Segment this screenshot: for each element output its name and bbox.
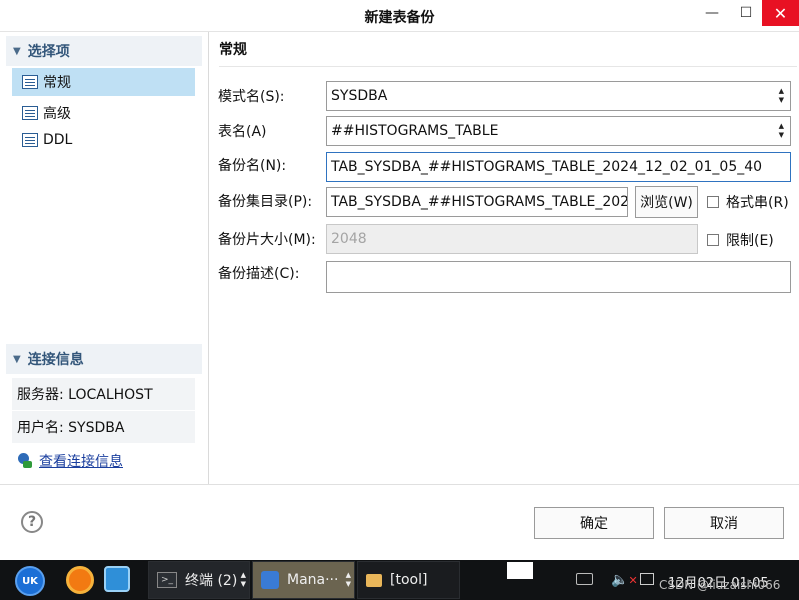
checkbox-box[interactable] [707,234,719,246]
description-label: 备份描述(C): [218,266,300,282]
browse-button[interactable]: 浏览(W) [635,186,698,218]
description-input[interactable] [326,261,791,293]
close-button[interactable]: ✕ [762,0,799,26]
taskbar-manager-label: Mana··· [287,572,339,588]
piece-size-label: 备份片大小(M): [218,232,316,248]
taskbar-terminal-label: 终端 (2) [185,573,238,589]
backup-name-input[interactable]: TAB_SYSDBA_##HISTOGRAMS_TABLE_2024_12_02… [326,152,791,182]
help-icon[interactable]: ? [21,511,43,533]
firefox-icon[interactable] [66,566,94,594]
taskbar: UK >_ 终端 (2) ▲ ▼ Mana··· ▲ ▼ [tool] 🔈✕ 12月… [0,560,799,600]
start-menu-icon[interactable]: UK [15,566,45,596]
spinner-arrows-icon: ▲ ▼ [778,87,784,104]
page-title: 常规 [219,42,247,58]
user-info: 用户名: SYSDBA [12,411,195,443]
nav-item-label: 常规 [43,75,71,91]
general-settings-pane: 常规 模式名(S): SYSDBA ▲ ▼ 表名(A) ##HISTOGRAMS_… [210,32,799,484]
watermark: CSDN @liuzaishi066 [659,578,781,592]
backup-name-label: 备份名(N): [218,158,287,174]
title-divider [219,66,797,67]
options-section-title: 选择项 [27,44,70,60]
dm-manager-icon [261,571,279,589]
terminal-icon: >_ [157,572,177,588]
file-manager-icon[interactable] [104,566,130,592]
limit-checkbox-label: 限制(E) [726,233,774,249]
schema-select[interactable]: SYSDBA ▲ ▼ [326,81,791,111]
piece-size-input: 2048 [326,224,698,254]
backup-dir-label: 备份集目录(P): [218,194,313,210]
dialog-footer: ? 确定 取消 [0,484,799,560]
volume-muted-icon[interactable]: 🔈✕ [611,572,638,588]
nav-item-ddl[interactable]: DDL [12,126,195,154]
nav-item-general[interactable]: 常规 [12,68,195,96]
options-section-header[interactable]: ▼ 选择项 [6,36,202,66]
spinner-arrows-icon: ▲ ▼ [345,571,351,588]
taskbar-terminal[interactable]: >_ 终端 (2) ▲ ▼ [148,561,250,599]
connection-section-header[interactable]: ▼ 连接信息 [6,344,202,374]
spinner-arrows-icon: ▲ ▼ [778,122,784,139]
collapse-triangle-icon: ▼ [13,45,21,57]
format-checkbox-label: 格式串(R) [726,195,789,211]
limit-checkbox[interactable]: 限制(E) [707,230,774,250]
view-connection-info[interactable]: 查看连接信息 [12,444,195,478]
nav-item-label: DDL [43,132,73,148]
table-label: 表名(A) [218,124,267,140]
collapse-triangle-icon: ▼ [13,353,21,365]
schema-label: 模式名(S): [218,89,285,105]
view-connection-link[interactable]: 查看连接信息 [39,451,123,471]
window-preview-thumbnail[interactable] [507,562,533,579]
table-icon [22,133,38,147]
minimize-button[interactable]: — [694,0,730,26]
checkbox-box[interactable] [707,196,719,208]
ok-button[interactable]: 确定 [534,507,654,539]
table-select[interactable]: ##HISTOGRAMS_TABLE ▲ ▼ [326,116,791,146]
left-nav-pane: ▼ 选择项 常规 高级 DDL ▼ 连接信息 服务器: LOCALHOST 用户… [0,32,209,484]
format-checkbox[interactable]: 格式串(R) [707,192,789,212]
server-info: 服务器: LOCALHOST [12,378,195,410]
network-icon[interactable] [640,573,654,585]
window-title: 新建表备份 [364,10,435,26]
taskbar-folder-label: [tool] [390,572,428,588]
maximize-button[interactable]: ☐ [728,0,764,26]
keyboard-icon[interactable] [576,573,593,585]
cancel-button[interactable]: 取消 [664,507,784,539]
table-icon [22,75,38,89]
taskbar-folder[interactable]: [tool] [357,561,460,599]
nav-item-advanced[interactable]: 高级 [12,99,195,127]
backup-dir-input[interactable]: TAB_SYSDBA_##HISTOGRAMS_TABLE_2024_12_02… [326,187,628,217]
spinner-arrows-icon: ▲ ▼ [240,571,246,588]
folder-icon [366,573,382,587]
connection-icon [17,453,33,469]
table-icon [22,106,38,120]
schema-select-value: SYSDBA [331,88,388,104]
connection-section-title: 连接信息 [27,352,84,368]
table-select-value: ##HISTOGRAMS_TABLE [331,123,499,139]
nav-item-label: 高级 [43,106,71,122]
taskbar-manager[interactable]: Mana··· ▲ ▼ [252,561,355,599]
window-titlebar: 新建表备份 — ☐ ✕ [0,0,799,32]
